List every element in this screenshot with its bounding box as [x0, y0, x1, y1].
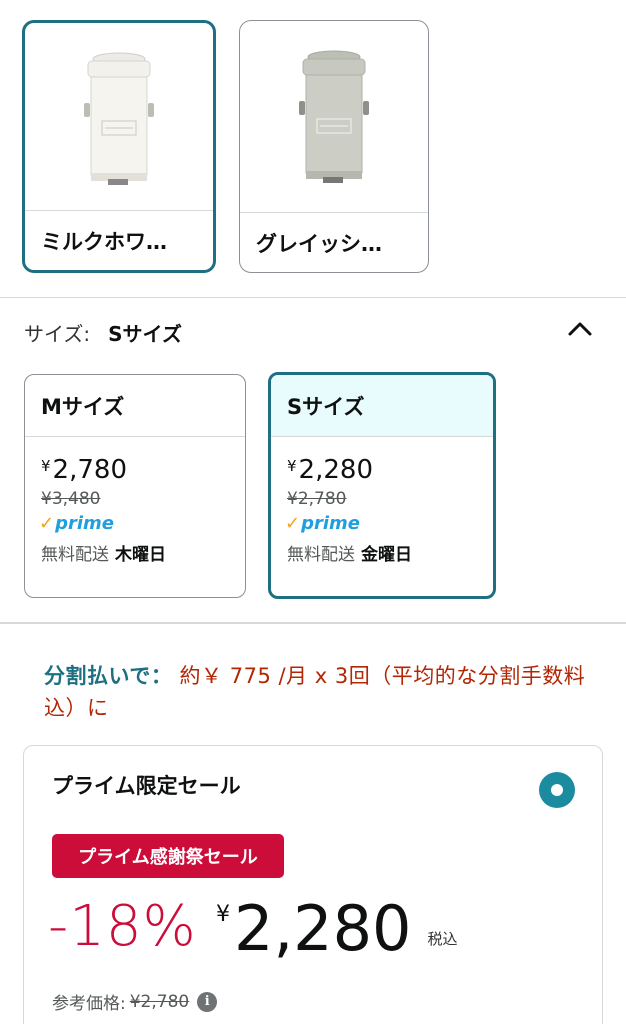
- offer-title: プライム限定セール: [52, 774, 241, 798]
- size-selector-header: サイズ: Sサイズ: [24, 318, 182, 347]
- color-option-grayish[interactable]: グレイッシ…: [239, 20, 429, 273]
- prime-check-icon: ✓: [285, 513, 301, 534]
- info-icon[interactable]: i: [197, 991, 218, 1012]
- size-option-price: ¥ 2,280: [287, 455, 493, 485]
- yen-symbol: ¥: [216, 902, 230, 927]
- deal-price: ¥ 2,280 税込: [216, 894, 458, 964]
- size-option-m[interactable]: Mサイズ ¥ 2,780 ¥3,480 ✓ prime 無料配送 木曜日: [24, 374, 246, 598]
- color-option-milk-white[interactable]: ミルクホワ…: [22, 20, 216, 273]
- prime-check-icon: ✓: [39, 513, 55, 534]
- deal-price-value: 2,280: [234, 892, 412, 965]
- prime-logo: prime: [301, 513, 360, 534]
- tax-note: 税込: [427, 930, 458, 948]
- size-label: サイズ:: [24, 322, 91, 346]
- product-image: [240, 21, 428, 211]
- size-option-s[interactable]: Sサイズ ¥ 2,280 ¥2,780 ✓ prime 無料配送 金曜日: [268, 372, 496, 599]
- list-price: ¥2,780: [287, 489, 347, 509]
- reference-price-label: 参考価格:: [52, 994, 126, 1014]
- installment-lead: 分割払いで：: [44, 664, 173, 688]
- delivery-label: 無料配送: [287, 545, 355, 565]
- trash-can-white-icon: [84, 52, 154, 185]
- price-value: 2,280: [298, 455, 373, 485]
- size-option-name: Sサイズ: [271, 375, 493, 437]
- offer-radio-button[interactable]: [539, 772, 575, 808]
- section-divider: [0, 622, 626, 624]
- prime-badge: ✓ prime: [39, 513, 245, 534]
- discount-percent: -18%: [48, 894, 197, 959]
- section-divider: [0, 297, 626, 298]
- price-value: 2,780: [52, 455, 127, 485]
- yen-symbol: ¥: [41, 457, 51, 475]
- delivery-day: 木曜日: [115, 545, 166, 565]
- reference-price-value: ¥2,780: [129, 991, 190, 1012]
- reference-price: 参考価格: ¥2,780 i: [52, 989, 218, 1014]
- radio-selected-dot: [551, 784, 563, 796]
- deal-badge: プライム感謝祭セール: [52, 834, 284, 878]
- prime-deal-offer[interactable]: プライム限定セール プライム感謝祭セール -18% ¥ 2,280 税込 参考価…: [23, 745, 603, 1024]
- product-image: [25, 23, 213, 213]
- trash-can-gray-icon: [299, 50, 369, 183]
- installment-info[interactable]: 分割払いで： 約￥ 775 /月 x 3回（平均的な分割手数料込）に: [44, 660, 589, 724]
- chevron-up-icon[interactable]: [564, 314, 596, 342]
- delivery-info: 無料配送 金曜日: [287, 540, 493, 565]
- prime-logo: prime: [55, 513, 114, 534]
- delivery-info: 無料配送 木曜日: [41, 540, 245, 565]
- size-option-name: Mサイズ: [25, 375, 245, 437]
- yen-symbol: ¥: [287, 457, 297, 475]
- delivery-label: 無料配送: [41, 545, 109, 565]
- size-option-price: ¥ 2,780: [41, 455, 245, 485]
- color-option-label: ミルクホワ…: [25, 210, 213, 270]
- delivery-day: 金曜日: [361, 545, 412, 565]
- selected-size-value: Sサイズ: [108, 322, 182, 346]
- list-price: ¥3,480: [41, 489, 101, 509]
- prime-badge: ✓ prime: [285, 513, 493, 534]
- color-option-label: グレイッシ…: [240, 212, 428, 272]
